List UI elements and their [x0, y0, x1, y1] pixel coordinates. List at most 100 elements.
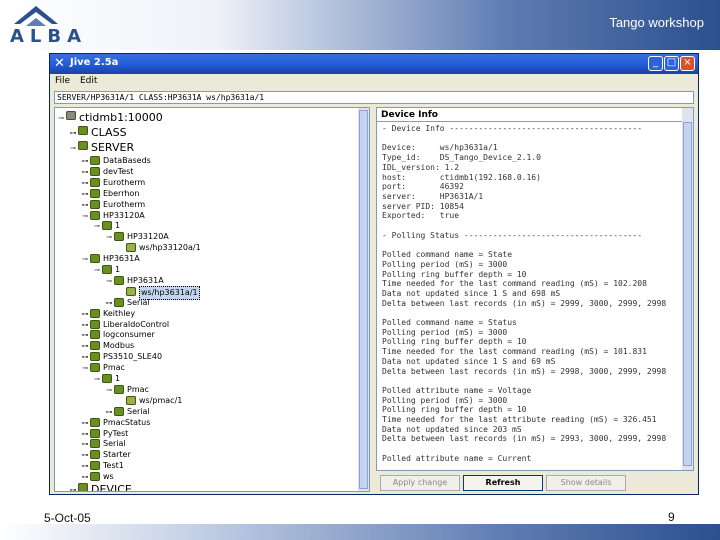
- tree-expand-handle-icon[interactable]: ⊶: [69, 125, 77, 141]
- tree-collapse-handle-icon[interactable]: ⊸: [93, 373, 101, 385]
- info-line: Delta between last records (in mS) = 299…: [382, 366, 667, 376]
- close-button[interactable]: ×: [680, 56, 695, 71]
- tree-expand-handle-icon[interactable]: ⊶: [69, 482, 77, 491]
- server-icon: [90, 199, 100, 209]
- info-line: server: HP3631A/1: [382, 191, 484, 201]
- class-icon: [114, 384, 124, 394]
- refresh-button[interactable]: Refresh: [463, 475, 543, 491]
- server-icon: [90, 254, 100, 264]
- info-line: Polling ring buffer depth = 10: [382, 269, 527, 279]
- info-line: Delta between last records (in mS) = 299…: [382, 298, 667, 308]
- show-details-button[interactable]: Show details: [546, 475, 626, 491]
- info-line: Polling period (mS) = 3000: [382, 259, 508, 269]
- instance-icon: [102, 374, 112, 383]
- class-icon: [114, 232, 124, 242]
- class-icon: [114, 297, 124, 307]
- tree-collapse-handle-icon[interactable]: ⊸: [93, 264, 101, 276]
- class-icon: [114, 406, 124, 416]
- jive-window: ✕ Jive 2.5a _ □ × File Edit SERVER/HP363…: [49, 53, 699, 495]
- menu-edit[interactable]: Edit: [80, 76, 97, 86]
- info-line: Polling ring buffer depth = 10: [382, 405, 527, 415]
- minimize-button[interactable]: _: [648, 56, 663, 71]
- menu-file[interactable]: File: [55, 76, 70, 86]
- info-line: Polling ring buffer depth = 10: [382, 337, 527, 347]
- info-line: Exported: true: [382, 211, 460, 221]
- info-line: Delta between last records (in mS) = 299…: [382, 434, 667, 444]
- path-field[interactable]: SERVER/HP3631A/1 CLASS:HP3631A ws/hp3631…: [54, 91, 694, 104]
- info-line: server PID: 10854: [382, 201, 464, 211]
- info-line: Time needed for the last command reading…: [382, 279, 647, 289]
- tree-item[interactable]: ⊶ DEVICE: [69, 482, 132, 492]
- server-icon: [90, 472, 100, 482]
- tree-scrollbar[interactable]: [358, 108, 369, 491]
- info-line: Data not updated since 1 S and 69 mS: [382, 356, 556, 366]
- server-icon: [90, 461, 100, 471]
- slide-footer: [0, 524, 720, 540]
- info-line: Polled command name = State: [382, 250, 513, 260]
- tree-item-label: CLASS: [91, 126, 127, 139]
- tree-item-label: DEVICE: [91, 483, 132, 492]
- info-line: Time needed for the last attribute readi…: [382, 415, 657, 424]
- folder-icon: [78, 141, 88, 150]
- tree-item[interactable]: ⊸ SERVER: [69, 140, 134, 156]
- tree-item-label: SERVER: [91, 141, 135, 154]
- info-line: Polled attribute name = Current: [382, 453, 532, 463]
- server-icon: [90, 341, 100, 351]
- server-icon: [90, 156, 100, 165]
- server-icon: [90, 319, 100, 329]
- server-icon: [90, 439, 100, 449]
- server-icon: [90, 188, 100, 198]
- menubar: File Edit: [50, 74, 698, 89]
- info-line: port: 46392: [382, 182, 464, 192]
- slide-header: ALBA Tango workshop: [0, 0, 720, 50]
- info-scrollbar-thumb[interactable]: [683, 122, 692, 466]
- info-line: IDL_version: 1.2: [382, 162, 460, 172]
- tree-collapse-handle-icon[interactable]: ⊸: [105, 231, 113, 243]
- apply-change-button[interactable]: Apply change: [380, 475, 460, 491]
- page-number: 9: [668, 510, 675, 524]
- tree-item[interactable]: ⊶ CLASS: [69, 125, 127, 141]
- info-line: Polling period (mS) = 3000: [382, 395, 508, 405]
- tree-collapse-handle-icon[interactable]: ⊸: [69, 140, 77, 156]
- device-icon: [126, 286, 136, 296]
- info-line: Data not updated since 203 mS: [382, 424, 522, 434]
- info-line: - Device Info --------------------------…: [382, 124, 643, 133]
- info-line: Polling period (mS) = 3000: [382, 327, 508, 337]
- info-line: host: ctidmb1(192.168.0.16): [382, 172, 541, 182]
- tree-panel[interactable]: ⊸ ctidmb1:10000 ⊶ CLASS ⊸ SERVER ⊶ DataBaseds ⊶ d…: [54, 107, 370, 492]
- maximize-button[interactable]: □: [664, 56, 679, 71]
- server-icon: [90, 417, 100, 427]
- server-icon: [90, 308, 100, 318]
- slide-date: 5-Oct-05: [44, 511, 91, 525]
- tree-collapse-handle-icon[interactable]: ⊸: [93, 220, 101, 232]
- server-icon: [90, 210, 100, 220]
- folder-icon: [78, 126, 88, 135]
- info-scrollbar[interactable]: [682, 108, 693, 470]
- server-icon: [90, 330, 100, 340]
- info-line: - Polling Status -----------------------…: [382, 230, 643, 240]
- folder-icon: [78, 483, 88, 491]
- info-line: Time needed for the last command reading…: [382, 347, 647, 357]
- tree-collapse-handle-icon[interactable]: ⊸: [57, 110, 65, 126]
- tree-scrollbar-thumb[interactable]: [359, 110, 368, 489]
- tree-collapse-handle-icon[interactable]: ⊸: [81, 210, 89, 222]
- tree-item[interactable]: ⊸ ctidmb1:10000: [57, 110, 163, 126]
- server-icon: [90, 166, 100, 176]
- instance-icon: [102, 221, 112, 231]
- tree-collapse-handle-icon[interactable]: ⊸: [81, 253, 89, 265]
- tree-collapse-handle-icon[interactable]: ⊸: [81, 362, 89, 374]
- window-titlebar[interactable]: ✕ Jive 2.5a _ □ ×: [50, 54, 698, 74]
- jive-x-icon: ✕: [54, 56, 65, 71]
- info-header: Device Info: [381, 110, 438, 120]
- server-icon: [90, 363, 100, 373]
- device-icon: [126, 395, 136, 405]
- server-icon: [90, 352, 100, 362]
- tree-collapse-handle-icon[interactable]: ⊸: [105, 384, 113, 396]
- slide-title: Tango workshop: [609, 15, 704, 30]
- info-line: Polled attribute name = Voltage: [382, 385, 532, 395]
- instance-icon: [102, 265, 112, 274]
- info-line: Device: ws/hp3631a/1: [382, 143, 498, 153]
- info-line: Data not updated since 1 S and 698 mS: [382, 288, 561, 298]
- server-icon: [90, 177, 100, 187]
- tree-collapse-handle-icon[interactable]: ⊸: [105, 275, 113, 287]
